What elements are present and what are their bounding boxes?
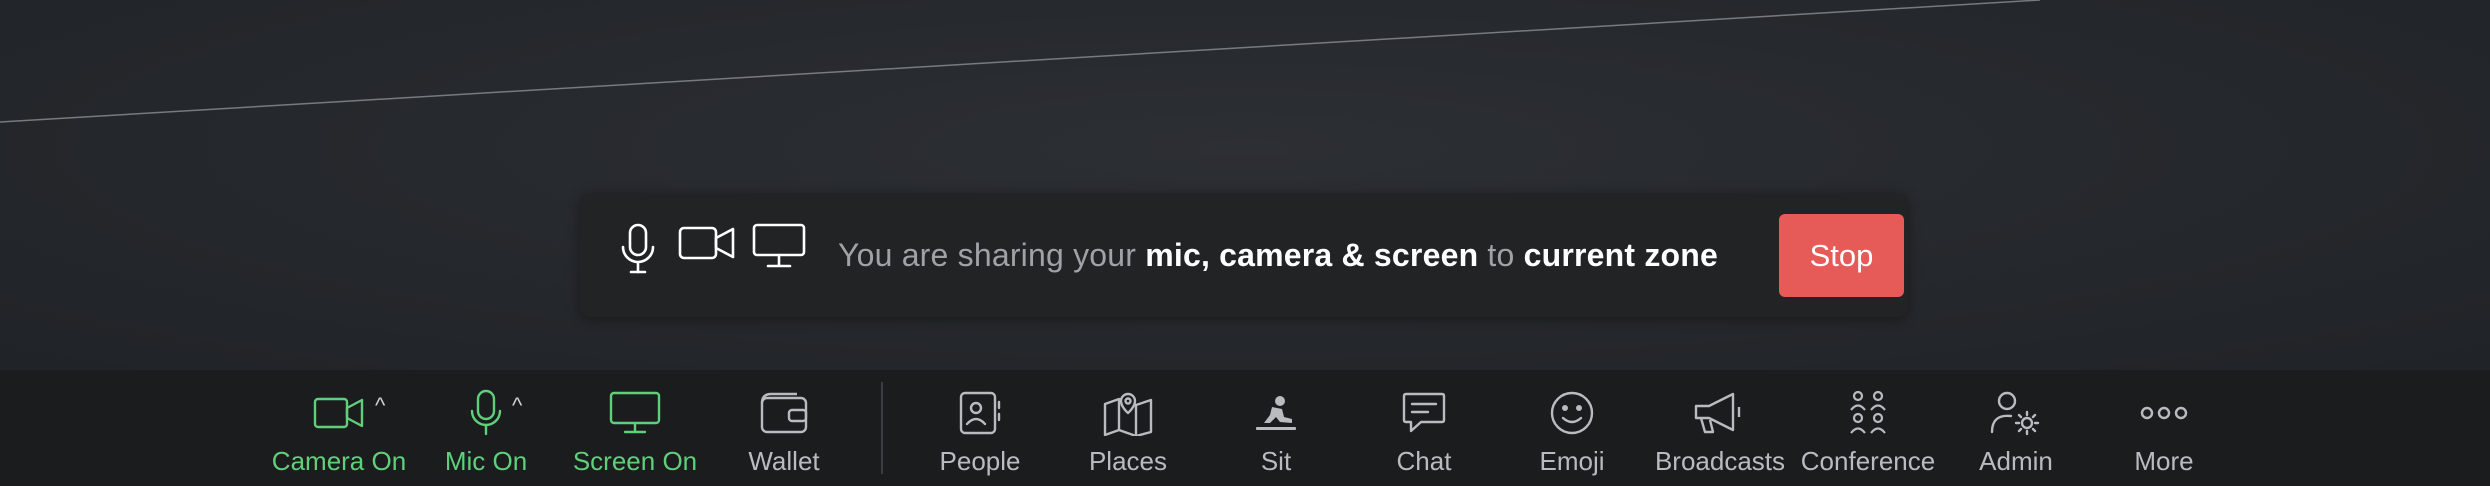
camera-icon — [678, 223, 740, 287]
sharing-prefix: You are sharing your — [838, 237, 1146, 273]
wallet-button[interactable]: Wallet — [732, 370, 836, 486]
world-scene[interactable]: You are sharing your mic, camera & scree… — [0, 0, 2490, 370]
sit-button[interactable]: Sit — [1224, 370, 1328, 486]
people-button[interactable]: People — [928, 370, 1032, 486]
sharing-message: You are sharing your mic, camera & scree… — [838, 193, 1718, 317]
camera-icon: ^ — [309, 382, 385, 444]
screen-label: Screen On — [572, 446, 698, 476]
screen-icon — [607, 382, 663, 444]
places-button[interactable]: Places — [1076, 370, 1180, 486]
megaphone-icon — [1692, 382, 1748, 444]
screen-icon — [752, 223, 808, 287]
sharing-banner: You are sharing your mic, camera & scree… — [580, 193, 1908, 317]
chat-icon — [1399, 382, 1449, 444]
emoji-icon — [1547, 382, 1597, 444]
sharing-target: current zone — [1523, 237, 1719, 273]
people-label: People — [939, 446, 1021, 476]
admin-icon — [1988, 382, 2044, 444]
camera-label: Camera On — [271, 446, 407, 476]
camera-toggle-button[interactable]: ^ Camera On — [258, 370, 420, 486]
chat-button[interactable]: Chat — [1372, 370, 1476, 486]
bottom-toolbar: ^ Camera On ^ Mic On Screen On Wallet Pe… — [0, 370, 2490, 486]
more-icon — [2136, 382, 2192, 444]
mic-options-chevron-icon[interactable]: ^ — [512, 395, 522, 417]
mic-icon: ^ — [466, 382, 522, 444]
stop-sharing-button[interactable]: Stop — [1779, 214, 1904, 297]
conference-label: Conference — [1800, 446, 1936, 476]
more-label: More — [2134, 446, 2194, 476]
toolbar-divider — [881, 382, 883, 474]
more-button[interactable]: More — [2112, 370, 2216, 486]
wallet-icon — [756, 382, 812, 444]
sharing-items: mic, camera & screen — [1145, 237, 1479, 273]
sharing-middle: to — [1478, 237, 1524, 273]
mic-icon — [620, 223, 666, 287]
emoji-label: Emoji — [1539, 446, 1605, 476]
places-label: Places — [1088, 446, 1168, 476]
map-icon — [1101, 382, 1155, 444]
wallet-label: Wallet — [748, 446, 820, 476]
admin-label: Admin — [1979, 446, 2053, 476]
broadcasts-label: Broadcasts — [1654, 446, 1786, 476]
conference-button[interactable]: Conference — [1798, 370, 1938, 486]
mic-label: Mic On — [444, 446, 528, 476]
admin-button[interactable]: Admin — [1964, 370, 2068, 486]
people-icon — [955, 382, 1005, 444]
conference-icon — [1843, 382, 1893, 444]
camera-options-chevron-icon[interactable]: ^ — [375, 395, 385, 417]
chat-label: Chat — [1396, 446, 1452, 476]
mic-toggle-button[interactable]: ^ Mic On — [436, 370, 536, 486]
broadcasts-button[interactable]: Broadcasts — [1648, 370, 1792, 486]
sit-icon — [1251, 382, 1301, 444]
screen-share-button[interactable]: Screen On — [568, 370, 702, 486]
emoji-button[interactable]: Emoji — [1520, 370, 1624, 486]
sit-label: Sit — [1260, 446, 1292, 476]
